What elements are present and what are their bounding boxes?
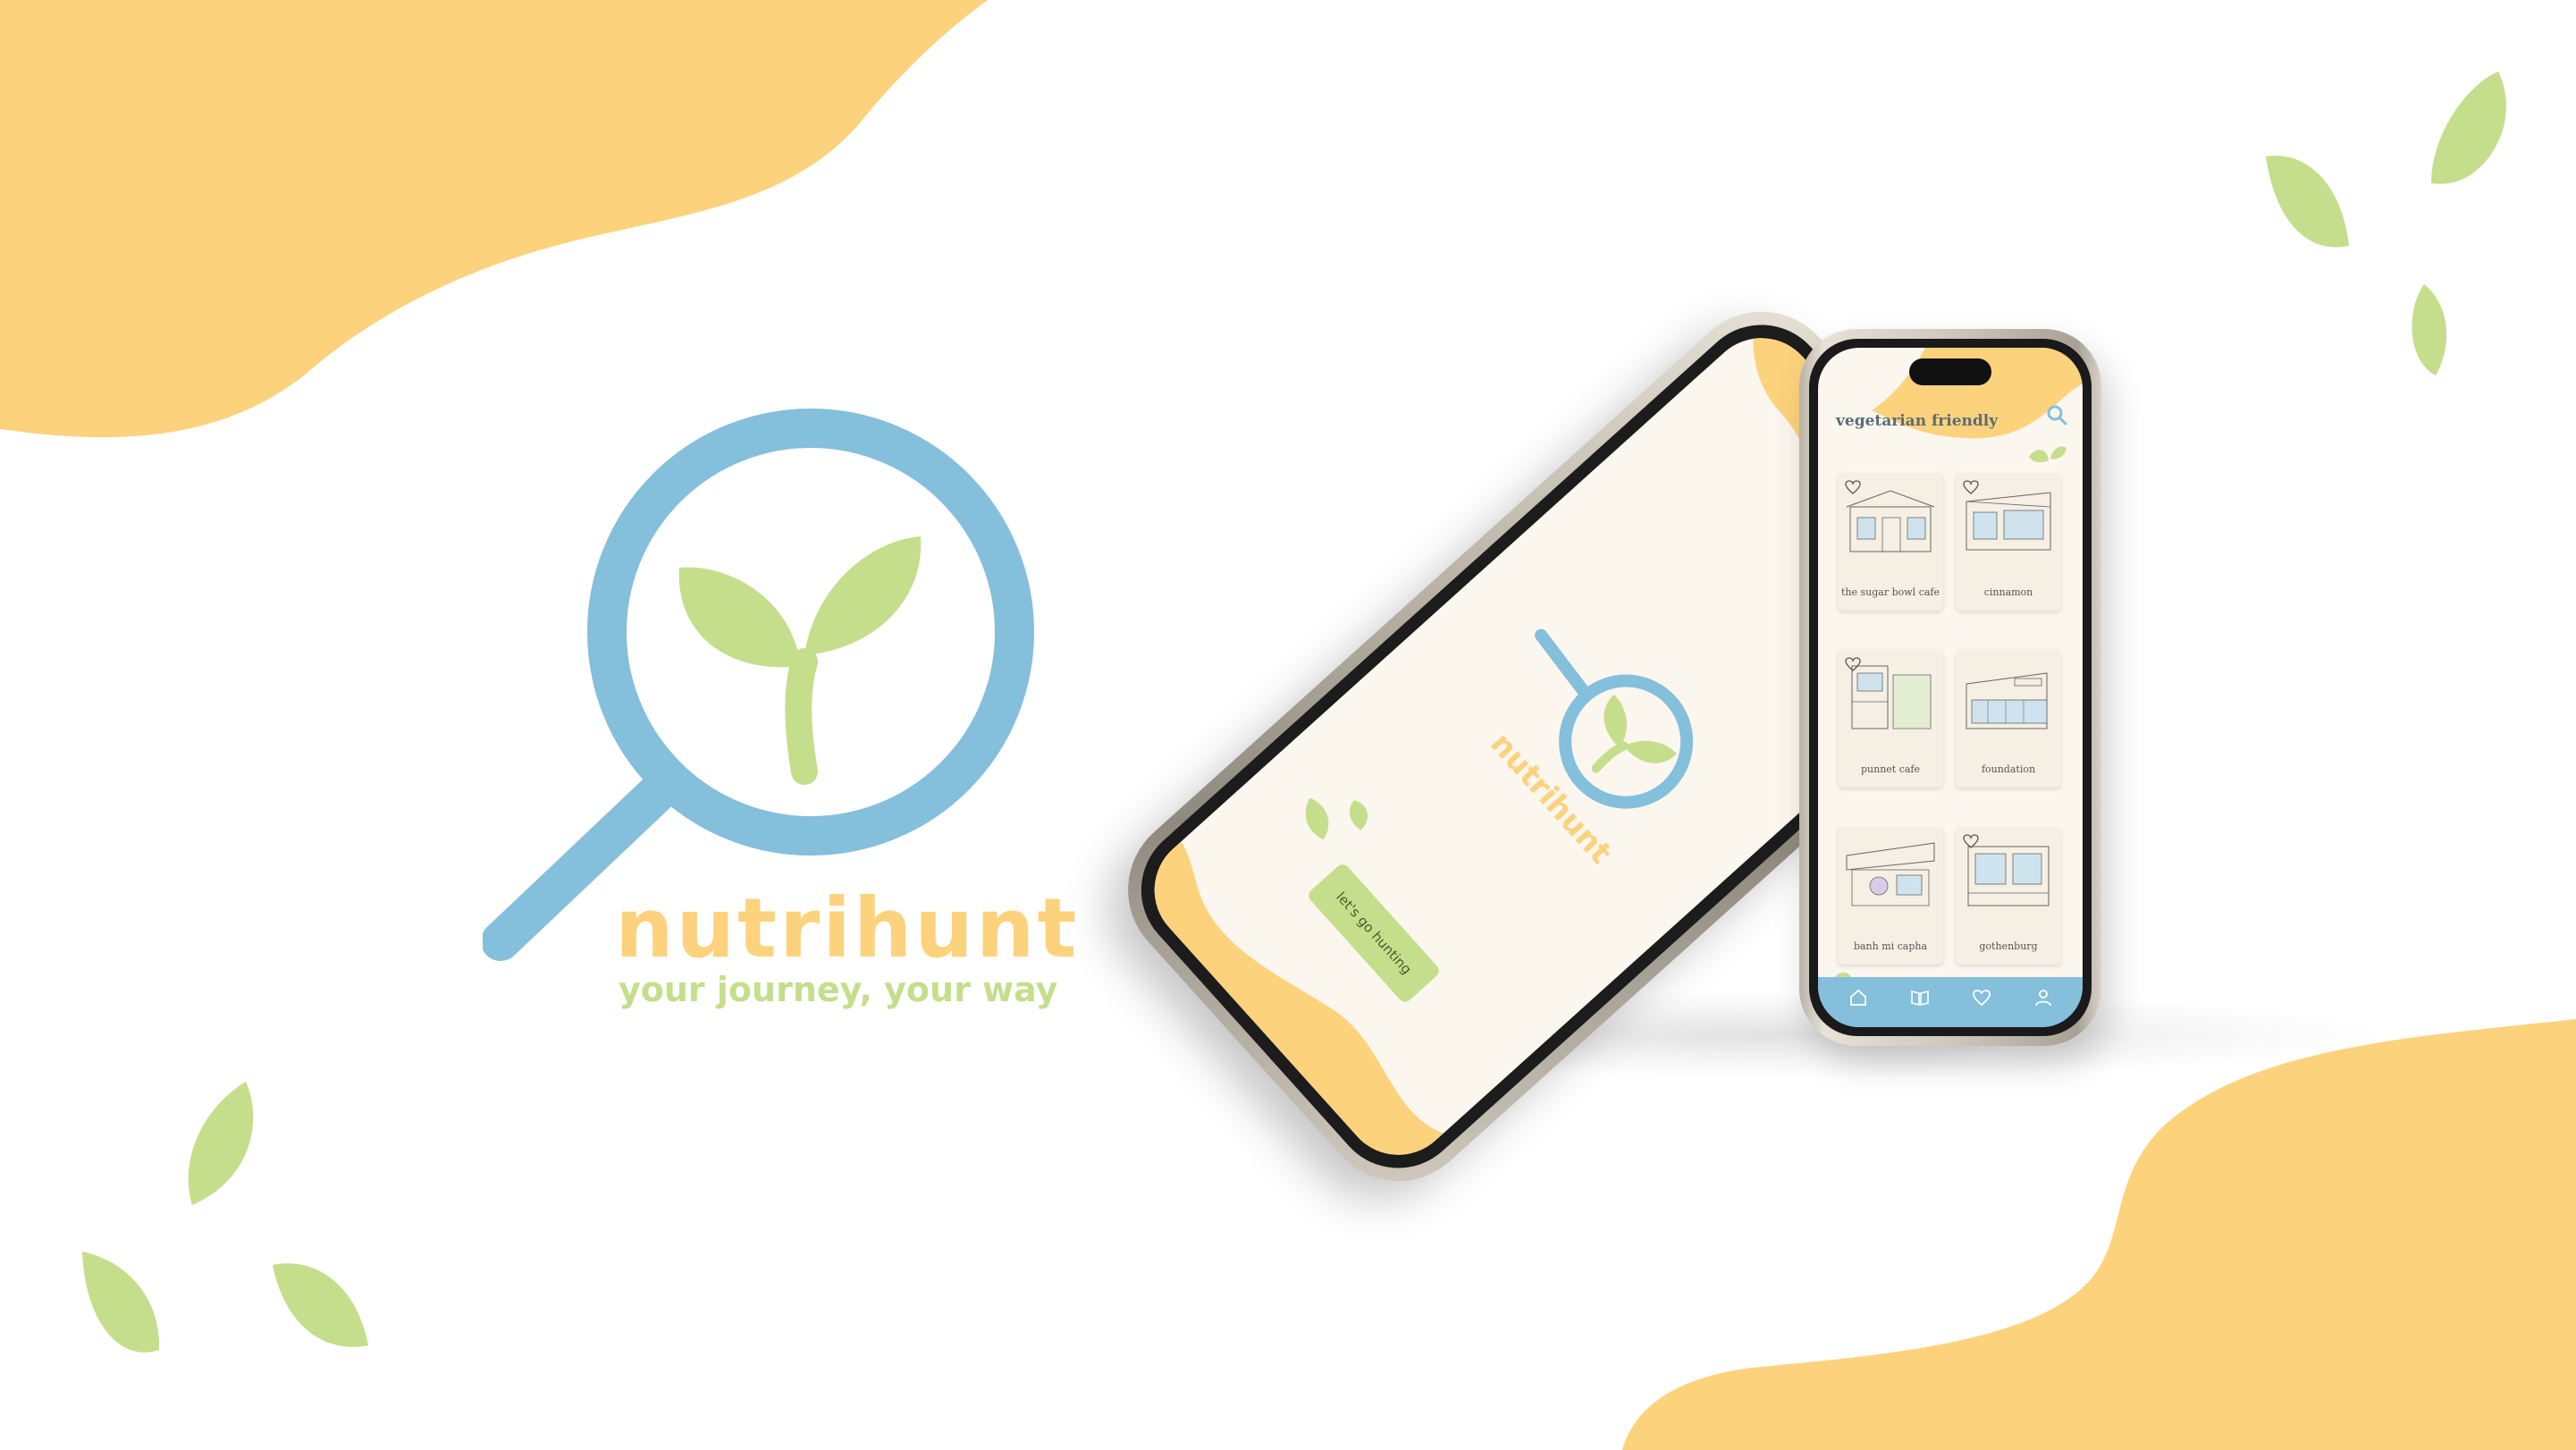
profile-icon[interactable] [2033, 988, 2053, 1007]
leaf-icon [2266, 156, 2349, 248]
search-icon[interactable] [2045, 403, 2068, 426]
screen-title: vegetarian friendly [1836, 412, 1999, 430]
bottom-tab-bar [1818, 977, 2083, 1027]
brand-logo: nutrihunt your journey, your way [483, 407, 1080, 1033]
leaf-icon [82, 1252, 160, 1353]
heart-icon[interactable] [1845, 480, 1861, 494]
leaf-cluster-top-right [2266, 72, 2506, 375]
cafe-name: gothenburg [1979, 940, 2038, 952]
leaf-icon [1349, 800, 1368, 830]
brand-tagline: your journey, your way [619, 970, 1058, 1009]
leaf-icon [2431, 72, 2506, 184]
brand-name: nutrihunt [615, 881, 1080, 976]
cafe-card[interactable]: gothenburg [1956, 827, 2061, 965]
cafe-card[interactable]: cinnamon [1956, 473, 2061, 611]
phone-mockup-list: vegetarian friendly the sugar bowl cafe … [1799, 329, 2101, 1046]
cafe-grid: the sugar bowl cafe cinnamon punnet cafe… [1838, 473, 2065, 965]
heart-icon[interactable] [1963, 834, 1979, 848]
home-icon[interactable] [1848, 988, 1868, 1007]
magnifier-sprout-icon [483, 409, 1034, 961]
cafe-sketch-image [1966, 672, 2048, 729]
cafe-card[interactable]: punnet cafe [1838, 650, 1943, 788]
cafe-sketch-image [1846, 842, 1935, 906]
leaf-icon [188, 1082, 254, 1205]
leaf-icon [1305, 797, 1329, 840]
leaf-cluster-bottom-left [82, 1082, 368, 1353]
yellow-blob-bottom-right [1622, 1019, 2576, 1450]
heart-icon[interactable] [1963, 480, 1979, 494]
cafe-name: the sugar bowl cafe [1841, 586, 1940, 598]
cafe-name: foundation [1981, 763, 2036, 775]
cafe-name: cinnamon [1983, 586, 2033, 598]
heart-icon[interactable] [1845, 657, 1861, 671]
dynamic-island [1909, 358, 1991, 385]
leaf-icon [2412, 284, 2447, 375]
cafe-name: banh mi capha [1853, 940, 1928, 952]
heart-icon[interactable] [1972, 988, 1991, 1007]
menu-book-icon[interactable] [1910, 988, 1930, 1007]
leaf-icon [2029, 446, 2067, 463]
phone-bezel: vegetarian friendly the sugar bowl cafe … [1809, 339, 2092, 1036]
leaf-icon [273, 1263, 368, 1347]
yellow-blob-top-left [0, 0, 988, 438]
cafe-card[interactable]: banh mi capha [1838, 827, 1943, 965]
cafe-name: punnet cafe [1860, 763, 1921, 775]
list-screen: vegetarian friendly the sugar bowl cafe … [1818, 348, 2083, 1027]
cafe-card[interactable]: foundation [1956, 650, 2061, 788]
cafe-card[interactable]: the sugar bowl cafe [1838, 473, 1943, 611]
